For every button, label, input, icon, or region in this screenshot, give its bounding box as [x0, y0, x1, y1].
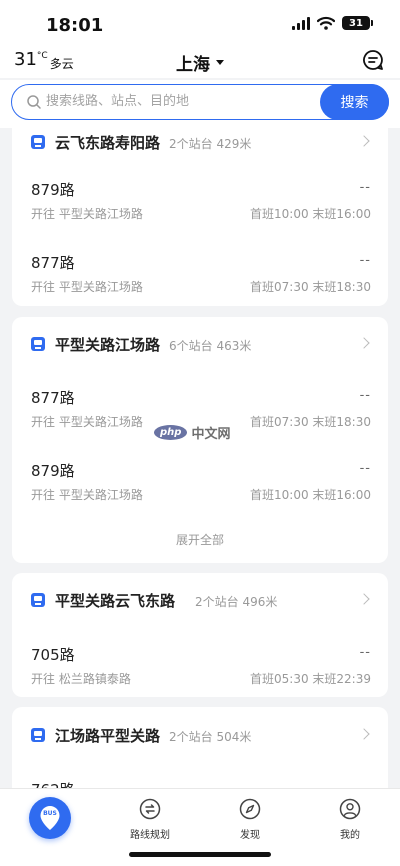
- stop-meta: 2个站台 504米: [169, 730, 252, 744]
- message-icon[interactable]: [362, 49, 384, 71]
- top-header: 31 °C 多云 上海: [0, 46, 400, 78]
- route-direction: 开往 平型关路江场路: [31, 207, 143, 221]
- stop-header[interactable]: 江场路平型关路 2个站台 504米: [12, 720, 388, 750]
- temperature-unit: °C: [36, 51, 48, 61]
- route-row[interactable]: 762路: [12, 779, 388, 788]
- route-eta: --: [359, 253, 371, 268]
- route-number: 879路: [31, 181, 75, 199]
- route-row[interactable]: 879路 -- 开往 平型关路江场路 首班10:00 末班16:00: [12, 179, 388, 239]
- route-row[interactable]: 879路 -- 开往 平型关路江场路 首班10:00 末班16:00: [12, 460, 388, 520]
- stop-header[interactable]: 平型关路云飞东路 2个站台 496米: [12, 585, 388, 615]
- chevron-right-icon: [358, 593, 370, 605]
- route-schedule: 首班07:30 末班18:30: [250, 280, 371, 294]
- expand-all-link[interactable]: 展开全部: [12, 531, 388, 548]
- tab-profile[interactable]: 我的: [300, 789, 400, 849]
- search-button[interactable]: 搜索: [320, 83, 389, 120]
- route-row[interactable]: 877路 -- 开往 平型关路江场路 首班07:30 末班18:30: [12, 252, 388, 312]
- route-direction: 开往 平型关路江场路: [31, 415, 143, 429]
- route-schedule: 首班10:00 末班16:00: [250, 488, 371, 502]
- temperature: 31: [14, 49, 37, 70]
- chevron-right-icon: [358, 728, 370, 740]
- tab-route-planning[interactable]: 路线规划: [100, 789, 200, 849]
- home-indicator: [129, 852, 271, 857]
- stop-name: 平型关路云飞东路: [55, 592, 176, 610]
- tab-bus[interactable]: BUS: [0, 789, 100, 849]
- watermark-text: 中文网: [191, 427, 231, 442]
- bus-text: BUS: [43, 810, 57, 817]
- bus-stop-icon: [31, 337, 45, 351]
- bus-icon: BUS: [29, 797, 71, 839]
- watermark: php 中文网: [154, 423, 230, 442]
- chevron-right-icon: [358, 135, 370, 147]
- route-eta: --: [359, 180, 371, 195]
- route-direction: 开往 松兰路镇泰路: [31, 672, 131, 686]
- city-selector[interactable]: 上海: [176, 50, 224, 75]
- route-number: 877路: [31, 254, 75, 272]
- status-bar: 18:01 31: [0, 0, 400, 46]
- tab-label: 路线规划: [130, 830, 170, 841]
- route-row[interactable]: 705路 -- 开往 松兰路镇泰路 首班05:30 末班22:39: [12, 644, 388, 704]
- route-schedule: 首班10:00 末班16:00: [250, 207, 371, 221]
- route-plan-icon: [139, 798, 161, 820]
- tab-label: 我的: [340, 830, 360, 841]
- route-direction: 开往 平型关路江场路: [31, 280, 143, 294]
- stop-meta: 6个站台 463米: [169, 339, 252, 353]
- caret-down-icon: [216, 60, 224, 65]
- tab-label: 发现: [240, 830, 260, 841]
- stop-name: 平型关路江场路: [55, 336, 161, 354]
- bus-stop-icon: [31, 728, 45, 742]
- search-input[interactable]: [46, 85, 316, 118]
- route-number: 762路: [31, 779, 75, 788]
- stop-card: 云飞东路寿阳路 2个站台 429米 879路 -- 开往 平型关路江场路 首班1…: [12, 128, 388, 306]
- chevron-right-icon: [358, 337, 370, 349]
- weather-condition: 多云: [49, 57, 74, 71]
- stop-card: 江场路平型关路 2个站台 504米 762路: [12, 707, 388, 788]
- profile-icon: [339, 798, 361, 820]
- stop-meta: 2个站台 496米: [195, 595, 278, 609]
- status-icons: 31: [292, 16, 373, 30]
- route-direction: 开往 平型关路江场路: [31, 488, 143, 502]
- wifi-icon: [317, 16, 335, 30]
- bus-stop-icon: [31, 593, 45, 607]
- search-bar: 搜索: [0, 80, 400, 128]
- weather-widget: 31 °C 多云: [14, 49, 74, 72]
- stop-name: 江场路平型关路: [55, 727, 161, 745]
- compass-icon: [239, 798, 261, 820]
- stop-name: 云飞东路寿阳路: [55, 134, 161, 152]
- route-number: 877路: [31, 389, 75, 407]
- route-eta: --: [359, 388, 371, 403]
- route-number: 879路: [31, 462, 75, 480]
- stop-header[interactable]: 云飞东路寿阳路 2个站台 429米: [12, 128, 388, 157]
- bus-stop-icon: [31, 135, 45, 149]
- status-time: 18:01: [46, 15, 104, 36]
- route-schedule: 首班07:30 末班18:30: [250, 415, 371, 429]
- watermark-logo: php: [154, 425, 188, 440]
- route-eta: --: [359, 461, 371, 476]
- stop-card: 平型关路云飞东路 2个站台 496米 705路 -- 开往 松兰路镇泰路 首班0…: [12, 573, 388, 697]
- stop-meta: 2个站台 429米: [169, 137, 252, 151]
- battery-icon: 31: [342, 16, 373, 30]
- route-number: 705路: [31, 646, 75, 664]
- search-icon: [27, 95, 41, 109]
- search-box: 搜索: [11, 83, 389, 120]
- nearby-stops-list[interactable]: 云飞东路寿阳路 2个站台 429米 879路 -- 开往 平型关路江场路 首班1…: [0, 128, 400, 788]
- tab-discover[interactable]: 发现: [200, 789, 300, 849]
- stop-header[interactable]: 平型关路江场路 6个站台 463米: [12, 329, 388, 359]
- route-schedule: 首班05:30 末班22:39: [250, 672, 371, 686]
- city-name: 上海: [176, 55, 210, 75]
- signal-icon: [292, 16, 310, 30]
- route-eta: --: [359, 645, 371, 660]
